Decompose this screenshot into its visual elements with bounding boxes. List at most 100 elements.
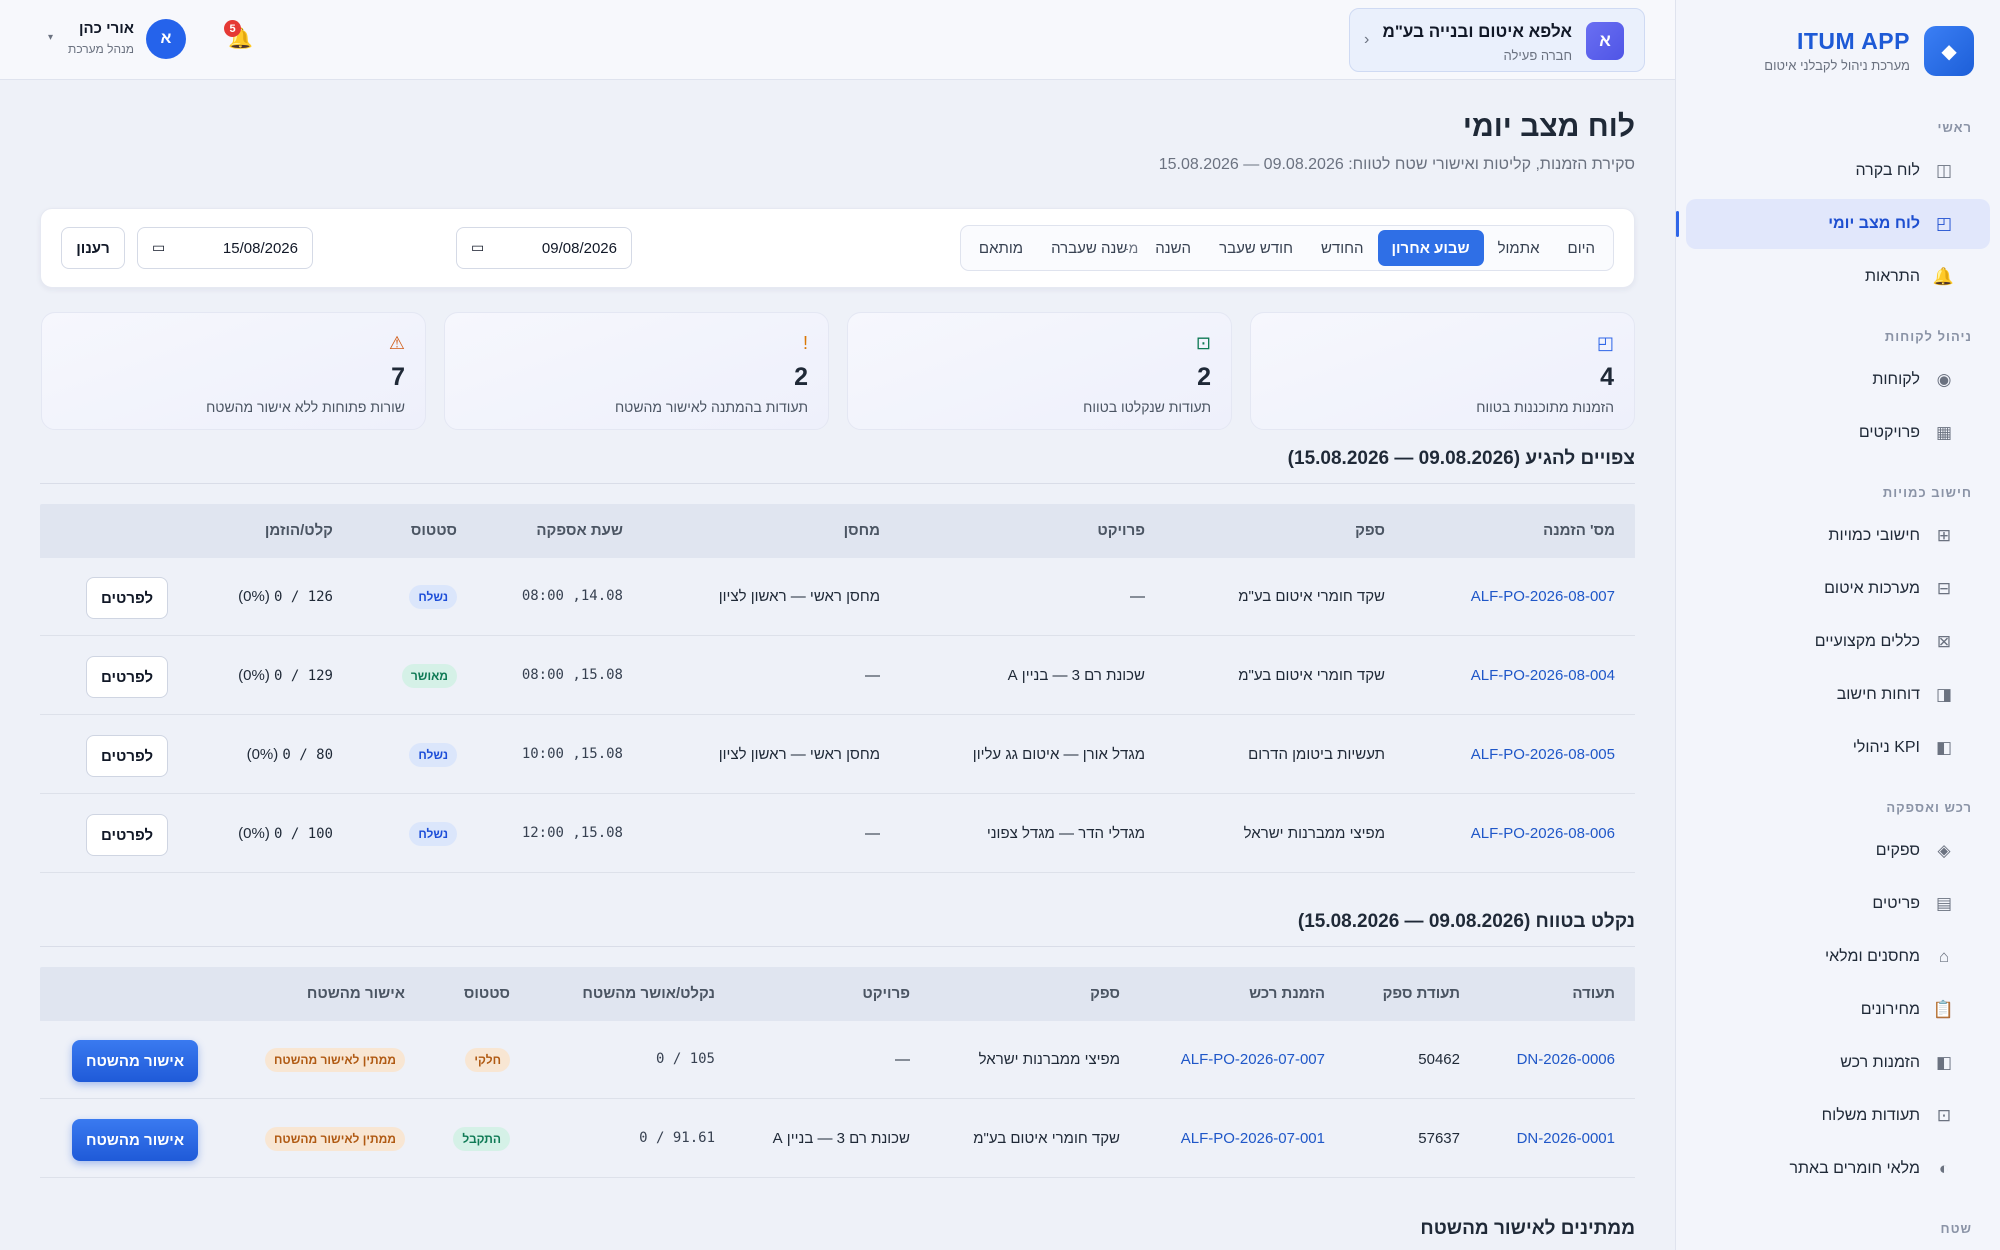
caret-down-icon[interactable]: ▾ [48, 32, 53, 43]
table-header: מס' הזמנה ספק פרויקט מחסן שעת אספקה סטטוס קלט/… [40, 504, 1635, 558]
details-button[interactable]: לפרטים [86, 735, 168, 777]
field-approval-badge: ממתין לאישור מהשטח [265, 1048, 405, 1072]
stat-label: תעודות בהמתנה לאישור מהשטח [614, 399, 808, 415]
range-preset-button[interactable]: השנה [1141, 230, 1205, 266]
sidebar-item-icon: ◐ [1938, 1159, 1950, 1178]
sidebar-item[interactable]: ⌂ מחסנים ומלאי [1686, 932, 1990, 982]
range-preset-button[interactable]: היום [1554, 230, 1609, 266]
sidebar-item[interactable]: ◉ לקוחות [1686, 355, 1990, 405]
details-button[interactable]: לפרטים [86, 814, 168, 856]
received-percent: (0%) [238, 588, 270, 605]
sidebar-item[interactable]: ◐ מלאי חומרים באתר [1686, 1144, 1990, 1194]
company-avatar: א [1586, 22, 1624, 60]
supplier-cell: תעשיות ביטומן הדרום [1248, 746, 1385, 763]
status-badge: התקבל [453, 1127, 510, 1151]
range-preset-button[interactable]: שבוע אחרון [1377, 230, 1484, 266]
column-header: מס' הזמנה [1543, 522, 1615, 539]
topbar: א אלפא איטום ובנייה בע"מ חברה פעילה ‹ 🔔 … [0, 0, 1675, 80]
sidebar-item[interactable]: ◈ ספקים [1686, 826, 1990, 876]
stat-value: 2 [1197, 363, 1211, 391]
range-preset-button[interactable]: אתמול [1484, 230, 1554, 266]
notification-count-badge: 5 [224, 20, 241, 37]
from-date-input[interactable]: 09/08/2026 ▭ [456, 227, 632, 269]
user-menu[interactable]: א אורי כהן מנהל מערכת ▾ [40, 14, 190, 66]
range-preset-button[interactable]: החודש [1307, 230, 1378, 266]
received-approved-cell: 0 / 91.61 [639, 1130, 715, 1146]
sidebar-item[interactable]: ◨ דוחות חישוב [1686, 670, 1990, 720]
refresh-button[interactable]: רענון [61, 227, 125, 269]
supplier-cell: מפיצי ממברנות ישראל [978, 1051, 1120, 1068]
sidebar-item-label: תעודות משלוח [1821, 1107, 1920, 1124]
sidebar-item[interactable]: ⊠ כללים מקצועיים [1686, 617, 1990, 667]
field-approve-button[interactable]: אישור מהשטח [72, 1040, 198, 1082]
sidebar-item-icon: ◰ [1935, 214, 1953, 233]
stat-label: תעודות שנקלטו בטווח [1083, 399, 1211, 415]
nav-section-title: שטח [1940, 1221, 1972, 1236]
sidebar-item[interactable]: ⊡ תעודות משלוח [1686, 1091, 1990, 1141]
company-switcher[interactable]: א אלפא איטום ובנייה בע"מ חברה פעילה ‹ [1349, 8, 1645, 72]
section-divider [40, 483, 1635, 484]
purchase-order-link[interactable]: ALF-PO-2026-07-001 [1181, 1130, 1325, 1147]
user-name: אורי כהן [78, 20, 134, 37]
range-preset-button[interactable]: חודש שעבר [1205, 230, 1307, 266]
sidebar-item[interactable]: 📋 מחירונים [1686, 985, 1990, 1035]
user-role: מנהל מערכת [68, 42, 134, 56]
table-row: ALF-PO-2026-08-007 שקד חומרי איטום בע"מ — מ… [40, 558, 1635, 636]
sidebar-item[interactable]: ▤ פריטים [1686, 879, 1990, 929]
range-preset-button[interactable]: מותאם [965, 230, 1037, 266]
sidebar-item[interactable]: ◧ KPI ניהולי [1686, 723, 1990, 773]
sidebar-item-icon: ◫ [1935, 161, 1953, 180]
sidebar-item-icon: 📋 [1932, 1000, 1954, 1019]
sidebar-item[interactable]: ⊟ מערכות איטום [1686, 564, 1990, 614]
stat-icon: ! [802, 333, 808, 353]
sidebar-item[interactable]: ◰ לוח מצב יומי [1676, 199, 1990, 249]
notifications-button[interactable]: 🔔 5 [220, 20, 256, 58]
stat-card: ! 2 תעודות בהמתנה לאישור מהשטח [444, 312, 829, 430]
brand-logo-icon[interactable]: ◆ [1924, 26, 1974, 76]
sidebar-item-label: מלאי חומרים באתר [1789, 1160, 1920, 1177]
delivery-note-link[interactable]: DN-2026-0006 [1517, 1051, 1615, 1068]
warehouse-cell: מחסן ראשי — ראשון לציון [718, 588, 880, 605]
nav-section-title: חישוב כמויות [1882, 485, 1972, 500]
column-header: תעודת ספק [1382, 985, 1460, 1002]
sidebar-item[interactable]: ◫ לוח בקרה [1686, 146, 1990, 196]
purchase-order-link[interactable]: ALF-PO-2026-07-007 [1181, 1051, 1325, 1068]
details-button[interactable]: לפרטים [86, 656, 168, 698]
table-row: ALF-PO-2026-08-006 מפיצי ממברנות ישראל מגד… [40, 795, 1635, 873]
sidebar-item[interactable]: ▦ פרויקטים [1686, 408, 1990, 458]
stat-card: ⚠ 7 שורות פתוחות ללא אישור מהשטח [41, 312, 426, 430]
sidebar-item-label: פריטים [1872, 895, 1920, 912]
chevron-left-icon[interactable]: ‹ [1364, 31, 1369, 49]
until-date-input[interactable]: 15/08/2026 ▭ [137, 227, 313, 269]
supplier-cell: שקד חומרי איטום בע"מ [1238, 588, 1385, 605]
delivery-time-cell: 14.08, 08:00 [521, 588, 623, 604]
table-header: תעודה תעודת ספק הזמנת רכש ספק פרויקט נקלט/אוש… [40, 967, 1635, 1021]
from-date-value: 09/08/2026 [541, 240, 617, 257]
field-approve-button[interactable]: אישור מהשטח [72, 1119, 198, 1161]
sidebar-item[interactable]: 🔔 התראות [1686, 252, 1990, 302]
details-button[interactable]: לפרטים [86, 577, 168, 619]
column-header: פרויקט [862, 985, 910, 1002]
stat-value: 2 [794, 363, 808, 391]
order-link[interactable]: ALF-PO-2026-08-004 [1471, 667, 1615, 684]
sidebar-item-label: התראות [1865, 268, 1920, 285]
order-link[interactable]: ALF-PO-2026-08-006 [1471, 825, 1615, 842]
order-link[interactable]: ALF-PO-2026-08-005 [1471, 746, 1615, 763]
order-link[interactable]: ALF-PO-2026-08-007 [1471, 588, 1615, 605]
sidebar-item-icon: 🔔 [1932, 267, 1954, 286]
sidebar-item[interactable]: ◧ הזמנות רכש [1686, 1038, 1990, 1088]
calendar-icon[interactable]: ▭ [152, 239, 165, 256]
project-cell: מגדל אורן — איטום גג עליון [972, 746, 1145, 763]
main-content: לוח מצב יומי סקירת הזמנות, קליטות ואישור… [0, 80, 1675, 1250]
calendar-icon[interactable]: ▭ [471, 239, 484, 256]
stat-card: ⊡ 2 תעודות שנקלטו בטווח [847, 312, 1232, 430]
range-presets: היום אתמול שבוע אחרון החודש חודש שעבר השנה שנה… [959, 225, 1614, 271]
received-ordered-value: 0 / 129 [273, 668, 333, 684]
column-header: סטטוס [463, 985, 510, 1002]
delivery-note-link[interactable]: DN-2026-0001 [1517, 1130, 1615, 1147]
table-row: ALF-PO-2026-08-005 תעשיות ביטומן הדרום מגד… [40, 716, 1635, 794]
sidebar-item[interactable]: ⊞ חישובי כמויות [1686, 511, 1990, 561]
project-cell: מגדלי הדר — מגדל צפוני [986, 825, 1145, 842]
supplier-doc-cell: 57637 [1418, 1130, 1460, 1147]
stat-icon: ◰ [1596, 333, 1614, 353]
